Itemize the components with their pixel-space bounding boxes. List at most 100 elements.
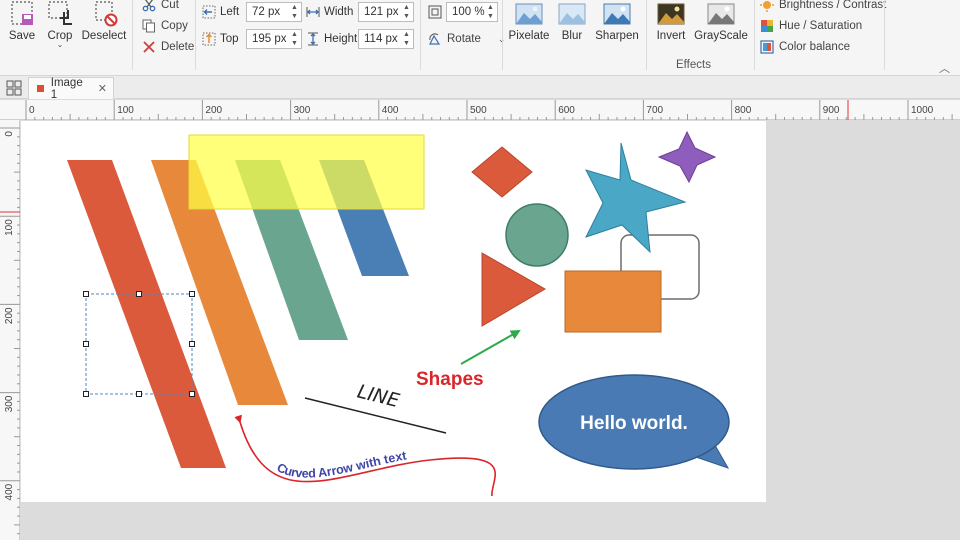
height-input[interactable]: 114 px ▲ ▼: [358, 29, 414, 49]
hue-icon: [761, 20, 773, 32]
blur-icon: [558, 3, 586, 25]
height-label: Height: [324, 33, 358, 45]
purple-star-shape[interactable]: [657, 130, 717, 184]
left-label: Left: [220, 6, 240, 18]
top-position-row: Top 195 px ▲ ▼: [202, 28, 302, 50]
horizontal-ruler: 0 100 200 300 400 500 600 700 800 900 1000: [0, 100, 960, 120]
ruler-label: 600: [558, 105, 575, 116]
scissors-icon: [142, 0, 156, 12]
color-balance-button[interactable]: Color balance: [760, 38, 850, 56]
selection-handle[interactable]: [136, 391, 142, 397]
left-spinner[interactable]: ▲ ▼: [290, 4, 299, 20]
ribbon-divider: [646, 0, 647, 70]
callout-text[interactable]: Hello world.: [580, 413, 688, 434]
sharpen-button[interactable]: Sharpen: [595, 0, 639, 48]
zoom-icon: [428, 5, 442, 19]
image-canvas[interactable]: Shapes LINE Hello world. Curved Arrow wi…: [21, 121, 766, 502]
save-label: Save: [8, 30, 36, 42]
tab-image-1[interactable]: Image 1 ✕: [28, 77, 114, 101]
left-input[interactable]: 72 px ▲ ▼: [246, 2, 302, 22]
circle-shape[interactable]: [505, 203, 569, 267]
spin-up-icon[interactable]: ▲: [403, 4, 410, 11]
yellow-rectangle[interactable]: [188, 134, 425, 210]
delete-icon: [143, 41, 155, 53]
width-value: 121 px: [364, 6, 399, 18]
left-position-row: Left 72 px ▲ ▼: [202, 1, 302, 23]
zoom-row: 100 % ▲ ▼: [428, 1, 498, 23]
selection-handle[interactable]: [189, 341, 195, 347]
blur-button[interactable]: Blur: [556, 0, 588, 48]
diamond-shape[interactable]: [471, 146, 533, 198]
spin-down-icon[interactable]: ▼: [403, 40, 410, 47]
invert-icon: [657, 3, 685, 25]
pixelate-button[interactable]: Pixelate: [508, 0, 550, 48]
ruler-label: 0: [29, 105, 35, 116]
width-spinner[interactable]: ▲ ▼: [402, 4, 411, 20]
line-label[interactable]: LINE: [355, 381, 401, 413]
zoom-spinner[interactable]: ▲ ▼: [486, 4, 495, 20]
selection-handle[interactable]: [136, 291, 142, 297]
selection-handle[interactable]: [83, 341, 89, 347]
ruler-ticks: 0 100 200 300 400: [0, 127, 20, 535]
spin-up-icon[interactable]: ▲: [403, 31, 410, 38]
copy-button[interactable]: Copy: [142, 17, 188, 35]
shapes-label[interactable]: Shapes: [416, 369, 484, 390]
delete-label: Delete: [161, 41, 195, 53]
green-arrow[interactable]: [460, 330, 521, 365]
close-icon[interactable]: ✕: [98, 82, 107, 95]
ruler-label: 700: [646, 105, 663, 116]
width-icon: [306, 7, 320, 17]
spin-up-icon[interactable]: ▲: [487, 4, 494, 11]
image-tab-icon: [37, 85, 44, 92]
width-input[interactable]: 121 px ▲ ▼: [358, 2, 414, 22]
zoom-input[interactable]: 100 % ▲ ▼: [446, 2, 498, 22]
spin-down-icon[interactable]: ▼: [487, 13, 494, 20]
ruler-label: 800: [735, 105, 752, 116]
grid-view-icon[interactable]: [6, 80, 22, 96]
rotate-button[interactable]: Rotate ⌄: [428, 30, 505, 48]
selection-handle[interactable]: [189, 391, 195, 397]
ruler-label: 200: [205, 105, 222, 116]
rotate-icon: [429, 33, 441, 45]
rotate-label: Rotate: [447, 33, 481, 45]
deselect-button[interactable]: Deselect: [82, 0, 126, 48]
collapse-ribbon-icon[interactable]: ︿: [939, 60, 950, 76]
deselect-label: Deselect: [81, 30, 127, 42]
hue-label: Hue / Saturation: [779, 20, 863, 32]
ruler-ticks: 0 100 200 300 400 500 600 700 800 900 1000: [25, 100, 953, 120]
brightness-contrast-button[interactable]: Brightness / Contrast: [760, 0, 886, 14]
spin-up-icon[interactable]: ▲: [291, 4, 298, 11]
ruler-label: 400: [4, 483, 15, 500]
selection-handle[interactable]: [83, 291, 89, 297]
save-icon: [11, 1, 33, 25]
crop-button[interactable]: Crop ⌄: [44, 0, 76, 49]
ribbon-divider: [195, 0, 196, 70]
spin-down-icon[interactable]: ▼: [291, 40, 298, 47]
image-editor-window: Save Crop ⌄ Deselect Cut Copy Delete Lef…: [0, 0, 960, 540]
invert-button[interactable]: Invert: [654, 0, 688, 48]
height-spinner[interactable]: ▲ ▼: [402, 31, 411, 47]
spin-down-icon[interactable]: ▼: [291, 13, 298, 20]
spin-up-icon[interactable]: ▲: [291, 31, 298, 38]
grayscale-button[interactable]: GrayScale: [694, 0, 748, 48]
hue-saturation-button[interactable]: Hue / Saturation: [760, 17, 862, 35]
top-spinner[interactable]: ▲ ▼: [290, 31, 299, 47]
spin-down-icon[interactable]: ▼: [403, 13, 410, 20]
cut-button[interactable]: Cut: [142, 0, 179, 14]
ribbon-toolbar: Save Crop ⌄ Deselect Cut Copy Delete Lef…: [0, 0, 960, 76]
selection-handle[interactable]: [83, 391, 89, 397]
ruler-label: 400: [382, 105, 399, 116]
save-button[interactable]: Save: [6, 0, 38, 48]
top-input[interactable]: 195 px ▲ ▼: [246, 29, 302, 49]
orange-rectangle-shape[interactable]: [564, 270, 662, 333]
curved-arrow-text[interactable]: Curved Arrow with text: [275, 448, 409, 480]
grayscale-label: GrayScale: [694, 30, 748, 42]
selection-handle[interactable]: [189, 291, 195, 297]
pixelate-label: Pixelate: [508, 30, 550, 42]
ruler-label: 900: [823, 105, 840, 116]
sharpen-icon: [603, 3, 631, 25]
height-icon: [308, 32, 318, 46]
delete-button[interactable]: Delete: [142, 38, 194, 56]
grayscale-icon: [707, 3, 735, 25]
ruler-label: 300: [4, 395, 15, 412]
